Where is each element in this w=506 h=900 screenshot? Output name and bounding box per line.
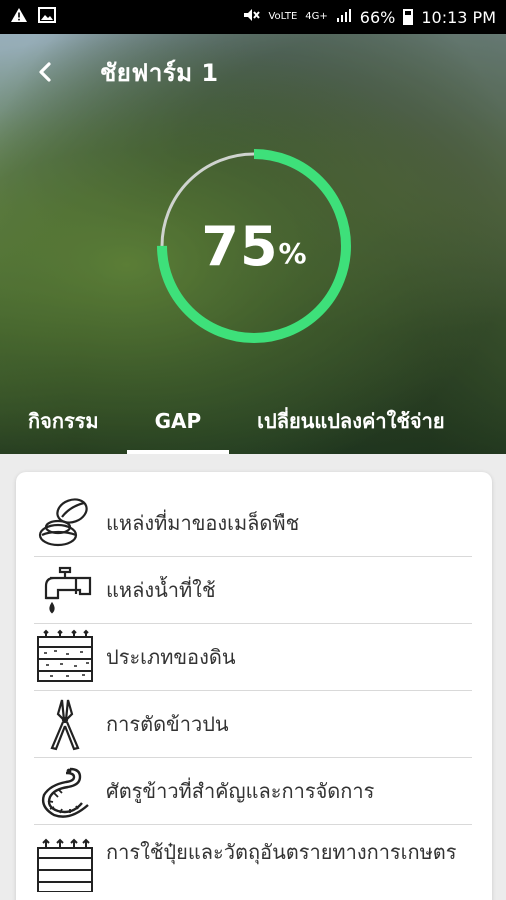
- status-time: 10:13 PM: [421, 7, 496, 27]
- progress-value: 75 %: [154, 146, 354, 346]
- list-item-water-source[interactable]: แหล่งน้ำที่ใช้: [34, 557, 472, 624]
- tab-expense-changes[interactable]: เปลี่ยนแปลงค่าใช้จ่าย: [257, 388, 444, 454]
- status-right: VoLTE 4G+ 66% 10:13 PM: [242, 7, 496, 27]
- worm-pest-icon: [34, 762, 96, 820]
- seed-icon: [34, 494, 96, 552]
- back-arrow-icon[interactable]: [22, 48, 70, 96]
- list-item-rice-cutting[interactable]: การตัดข้าวปน: [34, 691, 472, 758]
- image-icon: [38, 7, 56, 27]
- battery-icon: [403, 9, 414, 25]
- page-title: ชัยฟาร์ม 1: [100, 58, 219, 87]
- progress-ring: 75 %: [154, 146, 354, 346]
- item-label: ศัตรูข้าวที่สำคัญและการจัดการ: [106, 779, 375, 803]
- water-tap-icon: [34, 561, 96, 619]
- signal-icon: [336, 7, 352, 27]
- progress-unit: %: [278, 236, 307, 270]
- tab-bar: กิจกรรม GAP เปลี่ยนแปลงค่าใช้จ่าย: [0, 388, 506, 454]
- battery-percent: 66%: [359, 7, 396, 27]
- item-label: การใช้ปุ๋ยและวัตถุอันตรายทางการเกษตร: [106, 840, 457, 864]
- warning-icon: [10, 7, 28, 27]
- volte-icon: VoLTE: [268, 11, 298, 22]
- tab-gap[interactable]: GAP: [126, 388, 229, 454]
- tab-activities[interactable]: กิจกรรม: [28, 388, 99, 454]
- mute-icon: [242, 7, 261, 27]
- fertilizer-soil-icon: [34, 835, 96, 893]
- item-label: แหล่งน้ำที่ใช้: [106, 578, 216, 602]
- list-item-fertilizer[interactable]: การใช้ปุ๋ยและวัตถุอันตรายทางการเกษตร: [34, 825, 472, 900]
- progress-number: 75: [201, 214, 279, 278]
- 4g-icon: 4G+: [305, 11, 328, 22]
- gap-list-card: แหล่งที่มาของเมล็ดพืช แหล่งน้ำที่ใช้ ประ: [16, 472, 492, 900]
- pruning-shears-icon: [34, 695, 96, 753]
- item-label: ประเภทของดิน: [106, 645, 236, 669]
- top-app-bar: ชัยฟาร์ม 1: [0, 40, 506, 104]
- status-bar: VoLTE 4G+ 66% 10:13 PM: [0, 0, 506, 34]
- list-item-seed-source[interactable]: แหล่งที่มาของเมล็ดพืช: [34, 490, 472, 557]
- list-item-pests[interactable]: ศัตรูข้าวที่สำคัญและการจัดการ: [34, 758, 472, 825]
- list-item-soil-type[interactable]: ประเภทของดิน: [34, 624, 472, 691]
- item-label: แหล่งที่มาของเมล็ดพืช: [106, 511, 300, 535]
- item-label: การตัดข้าวปน: [106, 712, 229, 736]
- soil-icon: [34, 628, 96, 686]
- status-left: [10, 7, 56, 27]
